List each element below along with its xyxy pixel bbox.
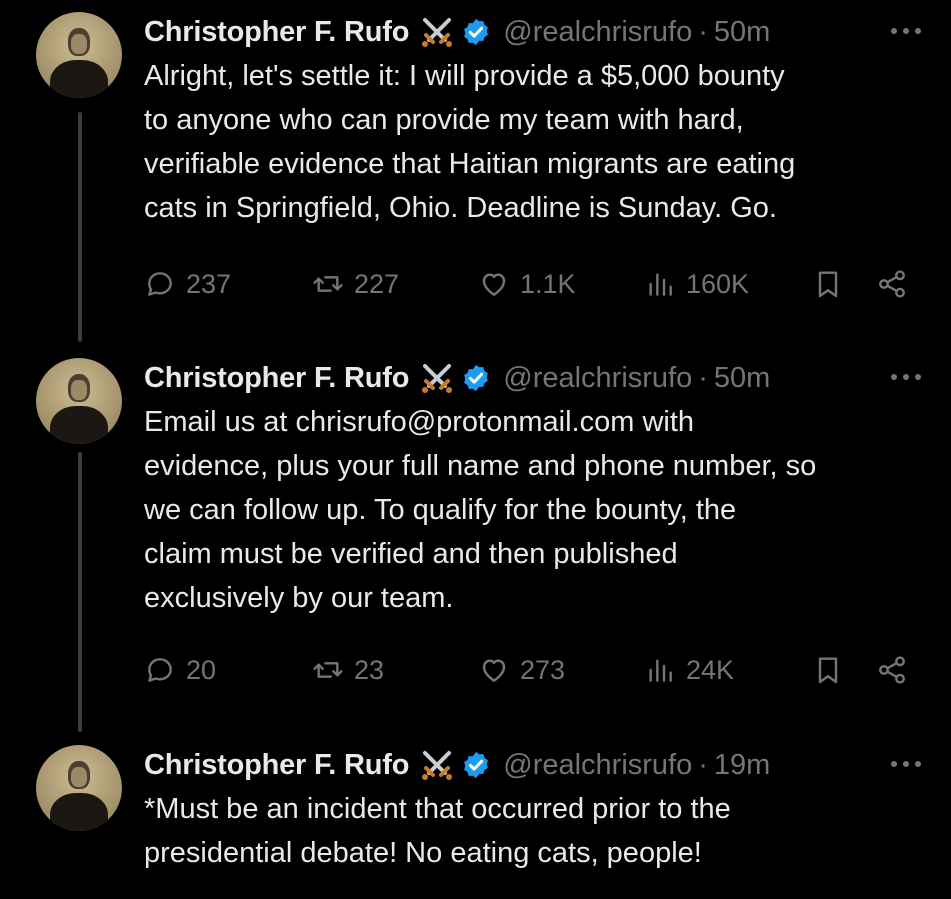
tweet-header: Christopher F. Rufo @realchrisrufo <box>144 10 924 54</box>
bookmark-icon <box>818 657 838 684</box>
tweet-header: Christopher F. Rufo @realchrisrufo <box>144 743 924 787</box>
crossed-swords-icon <box>422 18 453 47</box>
views-button[interactable]: 24K <box>644 650 734 690</box>
author-name[interactable]: Christopher F. Rufo <box>144 16 409 49</box>
reply-count: 20 <box>186 654 217 685</box>
separator-dot: · <box>698 361 708 394</box>
author-name[interactable]: Christopher F. Rufo <box>144 749 409 782</box>
heart-icon <box>482 273 506 296</box>
tweet[interactable]: Christopher F. Rufo @realchrisrufo <box>0 346 951 731</box>
reply-icon <box>148 272 172 296</box>
author-handle[interactable]: @realchrisrufo <box>503 16 692 49</box>
reply-icon <box>148 658 172 682</box>
avatar-column <box>36 358 126 444</box>
share-icon <box>879 270 905 298</box>
share-button[interactable] <box>876 650 918 690</box>
repost-button[interactable]: 23 <box>312 650 384 690</box>
tweet-content: Christopher F. Rufo @realchrisrufo <box>144 743 924 875</box>
repost-button[interactable]: 227 <box>312 264 399 304</box>
views-count: 160K <box>686 268 750 299</box>
tweet[interactable]: Christopher F. Rufo @realchrisrufo <box>0 0 951 340</box>
bookmark-button[interactable] <box>812 264 854 304</box>
share-button[interactable] <box>876 264 918 304</box>
avatar[interactable] <box>36 745 122 831</box>
tweet-thread: Christopher F. Rufo @realchrisrufo · 50m… <box>0 0 951 899</box>
avatar[interactable] <box>36 12 122 98</box>
tweet[interactable]: Christopher F. Rufo @realchrisrufo <box>0 733 951 899</box>
author-name[interactable]: Christopher F. Rufo <box>144 362 409 395</box>
repost-count: 227 <box>354 268 400 299</box>
reply-count: 237 <box>186 268 232 299</box>
like-button[interactable]: 1.1K <box>478 264 576 304</box>
separator-dot: · <box>698 748 708 781</box>
verified-badge-icon <box>464 364 489 392</box>
crossed-swords-icon <box>422 364 453 393</box>
heart-icon <box>482 659 506 682</box>
reply-button[interactable]: 20 <box>144 650 216 690</box>
bookmark-icon <box>818 271 838 298</box>
separator-dot: · <box>698 15 708 48</box>
tweet-content: Christopher F. Rufo @realchrisrufo <box>144 10 924 230</box>
tweet-timestamp[interactable]: 50m <box>714 16 770 49</box>
tweet-timestamp[interactable]: 50m <box>714 362 770 395</box>
reply-button[interactable]: 237 <box>144 264 231 304</box>
avatar-column <box>36 12 126 98</box>
verified-badge-icon <box>464 18 489 46</box>
tweet-text: Alright, let's settle it: I will provide… <box>144 60 796 224</box>
more-options-icon[interactable] <box>888 370 924 384</box>
tweet-text: Email us at chrisrufo@protonmail.com wit… <box>144 406 817 614</box>
tweet-text: *Must be an incident that occurred prior… <box>144 793 731 869</box>
author-handle[interactable]: @realchrisrufo <box>503 749 692 782</box>
avatar-column <box>36 745 126 831</box>
tweet-content: Christopher F. Rufo @realchrisrufo <box>144 356 924 620</box>
repost-icon <box>313 276 343 292</box>
like-count: 1.1K <box>520 268 576 299</box>
tweet-actions: 20 23 273 24K <box>144 650 914 690</box>
tweet-actions: 237 227 1.1K 160K <box>144 264 914 304</box>
tweet-header: Christopher F. Rufo @realchrisrufo <box>144 356 924 400</box>
like-button[interactable]: 273 <box>478 650 565 690</box>
avatar[interactable] <box>36 358 122 444</box>
views-button[interactable]: 160K <box>644 264 749 304</box>
author-handle[interactable]: @realchrisrufo <box>503 362 692 395</box>
more-options-icon[interactable] <box>888 24 924 38</box>
like-count: 273 <box>520 654 566 685</box>
views-count: 24K <box>686 654 735 685</box>
repost-icon <box>313 662 343 678</box>
verified-badge-icon <box>464 751 489 779</box>
bookmark-button[interactable] <box>812 650 854 690</box>
share-icon <box>879 656 905 684</box>
more-options-icon[interactable] <box>888 757 924 771</box>
repost-count: 23 <box>354 654 385 685</box>
crossed-swords-icon <box>422 751 453 780</box>
views-icon <box>649 273 672 296</box>
views-icon <box>649 659 672 682</box>
tweet-timestamp[interactable]: 19m <box>714 749 770 782</box>
